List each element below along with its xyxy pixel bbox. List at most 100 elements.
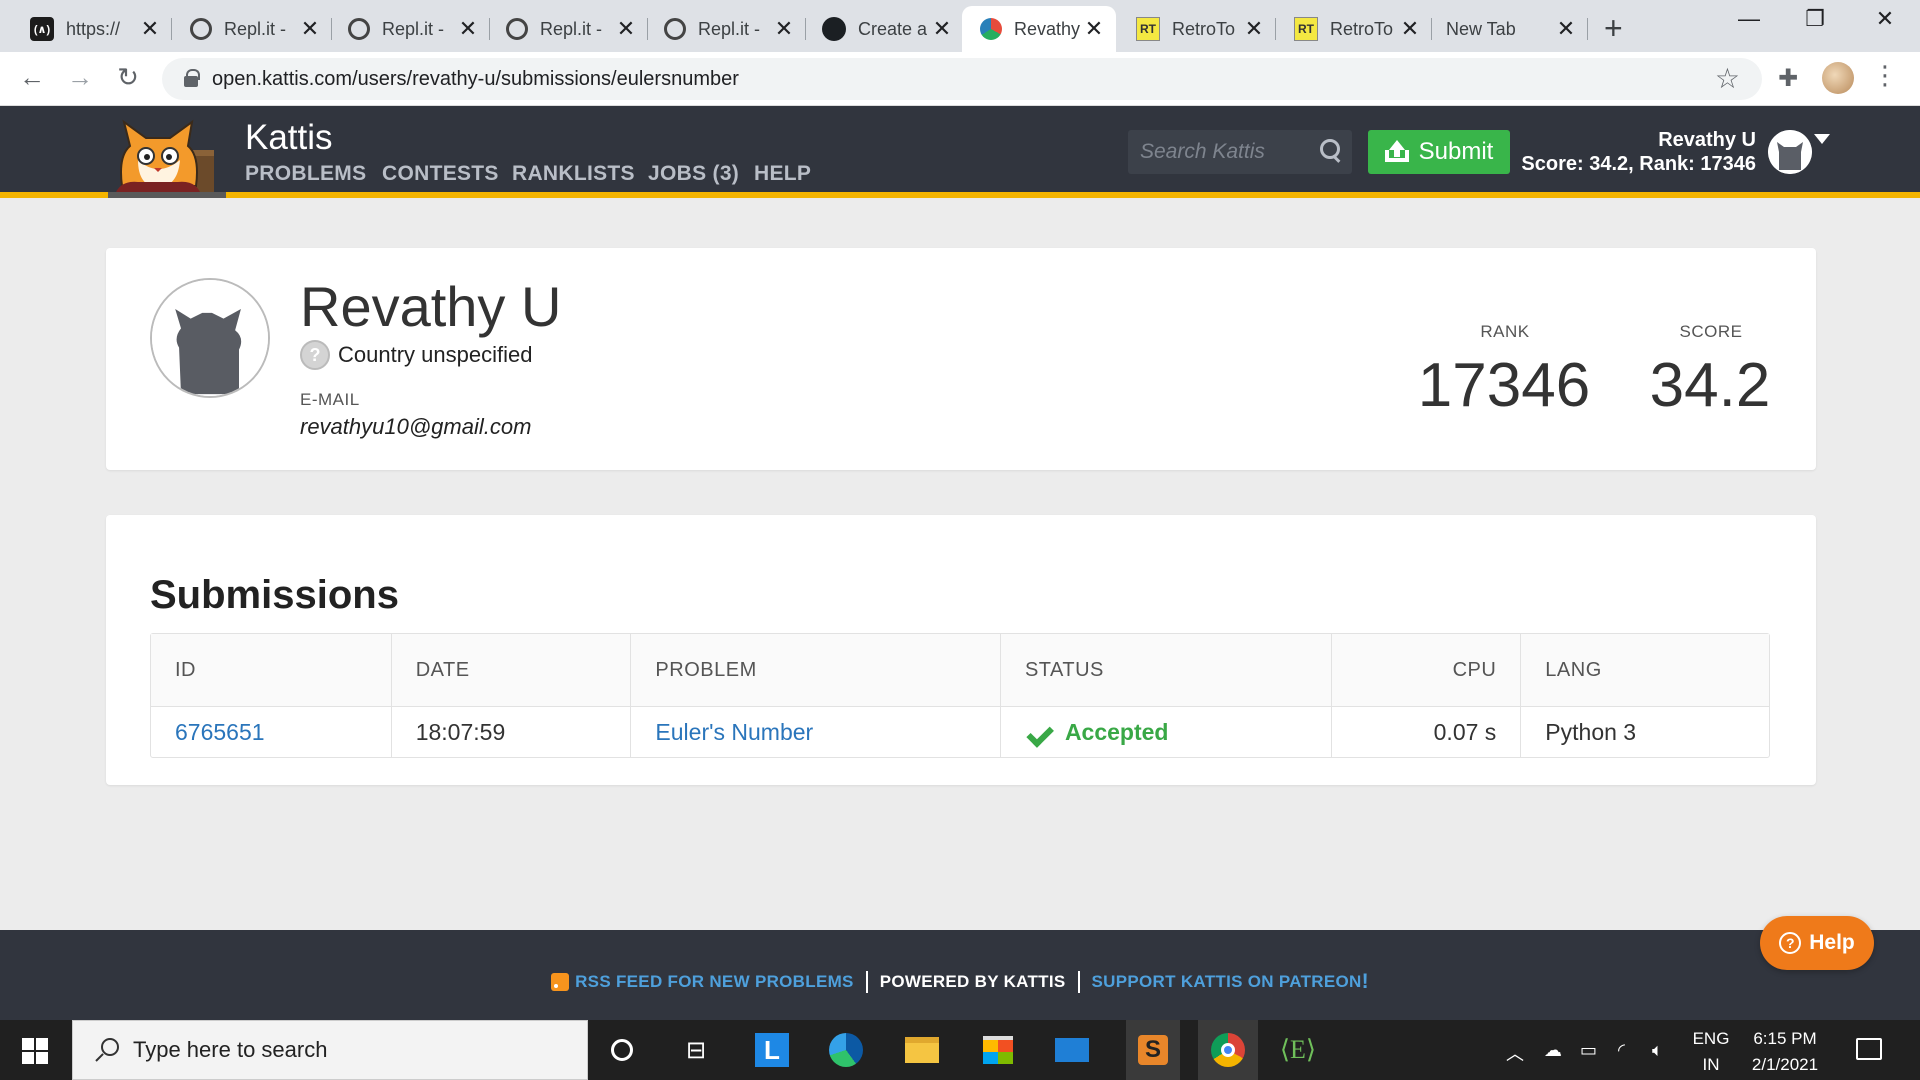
input-language[interactable]: ENG IN [1686, 1026, 1736, 1078]
kattis-brand[interactable]: Kattis [245, 118, 333, 158]
nav-jobs[interactable]: JOBS (3) [648, 162, 739, 186]
store-icon[interactable] [978, 1030, 1018, 1070]
browser-tab-active[interactable]: Revathy ✕ [962, 6, 1116, 52]
footer-separator [1077, 971, 1080, 993]
rss-feed-link[interactable]: RSS FEED FOR NEW PROBLEMS [575, 972, 854, 991]
nav-ranklists[interactable]: RANKLISTS [512, 162, 635, 186]
submission-date: 18:07:59 [392, 707, 632, 757]
help-button[interactable]: ? Help [1760, 916, 1874, 970]
back-arrow-icon[interactable]: ← [16, 62, 48, 93]
close-tab-icon[interactable]: ✕ [1244, 16, 1264, 42]
user-name: Revathy U [1658, 129, 1756, 151]
close-tab-icon[interactable]: ✕ [140, 16, 160, 42]
file-explorer-icon[interactable] [902, 1030, 942, 1070]
sublime-text-icon[interactable]: S [1126, 1020, 1180, 1080]
reload-icon[interactable]: ↻ [112, 62, 144, 93]
help-question-icon: ? [1779, 932, 1802, 954]
user-avatar[interactable] [1768, 130, 1812, 174]
email-label: E-MAIL [300, 390, 360, 409]
browser-tab[interactable]: RT RetroTo ✕ [1276, 6, 1432, 52]
taskbar-clock[interactable]: 6:15 PM 2/1/2021 [1740, 1026, 1830, 1078]
editor-e-icon[interactable]: ⟨E⟩ [1278, 1030, 1318, 1070]
search-icon[interactable] [1320, 139, 1342, 161]
close-tab-icon[interactable]: ✕ [932, 16, 952, 42]
github-icon [822, 17, 846, 41]
windows-start-icon[interactable] [22, 1038, 48, 1064]
retrotool-icon: RT [1294, 17, 1318, 41]
extensions-puzzle-icon[interactable]: ✚ [1778, 64, 1798, 93]
kattis-header: Kattis PROBLEMS CONTESTS RANKLISTS JOBS … [0, 106, 1920, 198]
edge-browser-icon[interactable] [826, 1030, 866, 1070]
profile-country-text: Country unspecified [338, 342, 533, 367]
tab-title: https:// [66, 18, 121, 39]
app-l-icon[interactable]: L [752, 1030, 792, 1070]
close-tab-icon[interactable]: ✕ [774, 16, 794, 42]
tab-title: RetroTo [1172, 18, 1236, 39]
cortana-circle-icon[interactable] [602, 1030, 642, 1070]
browser-profile-avatar[interactable] [1822, 62, 1854, 94]
submit-label: Submit [1418, 138, 1494, 165]
replit-icon [190, 18, 212, 40]
address-url[interactable]: open.kattis.com/users/revathy-u/submissi… [212, 68, 739, 91]
wifi-icon[interactable]: ◜ [1618, 1040, 1625, 1061]
language-region: IN [1702, 1055, 1720, 1074]
browser-tab[interactable]: Create a ✕ [804, 6, 964, 52]
address-bar[interactable]: open.kattis.com/users/revathy-u/submissi… [162, 58, 1762, 100]
task-view-icon[interactable]: ⊟ [676, 1030, 716, 1070]
col-status: STATUS [1001, 634, 1332, 706]
problem-link[interactable]: Euler's Number [655, 719, 813, 746]
tab-title: Repl.it - [540, 18, 603, 39]
submit-button[interactable]: Submit [1368, 130, 1510, 174]
mail-icon[interactable] [1052, 1030, 1092, 1070]
window-close-icon[interactable]: ✕ [1870, 6, 1900, 32]
onedrive-cloud-icon[interactable]: ☁ [1544, 1040, 1562, 1061]
language-code: ENG [1692, 1029, 1730, 1048]
browser-tab[interactable]: New Tab ✕ [1432, 6, 1588, 52]
close-tab-icon[interactable]: ✕ [616, 16, 636, 42]
bookmark-star-icon[interactable]: ☆ [1715, 62, 1740, 95]
help-label: Help [1809, 931, 1855, 954]
notification-center-icon[interactable] [1856, 1038, 1882, 1060]
tab-title: Repl.it - [698, 18, 761, 39]
browser-menu-kebab-icon[interactable]: ⋮ [1872, 60, 1898, 91]
kattis-search-input[interactable] [1128, 130, 1308, 174]
browser-tab[interactable]: Repl.it - ✕ [172, 6, 332, 52]
submission-id-link[interactable]: 6765651 [175, 719, 265, 746]
restore-icon[interactable]: ❐ [1800, 6, 1830, 32]
rss-icon [551, 973, 570, 991]
browser-tab[interactable]: Repl.it - ✕ [488, 6, 648, 52]
user-menu-caret-icon[interactable] [1814, 134, 1830, 144]
kattis-cat-logo-icon[interactable] [108, 116, 226, 198]
browser-tab[interactable]: RT RetroTo ✕ [1118, 6, 1276, 52]
tab-title: New Tab [1446, 18, 1516, 39]
close-tab-icon[interactable]: ✕ [300, 16, 320, 42]
tray-chevron-up-icon[interactable]: ︿ [1506, 1040, 1524, 1066]
browser-tab-strip: (∧) https:// ✕ Repl.it - ✕ Repl.it - ✕ R… [0, 0, 1920, 52]
browser-tab[interactable]: Repl.it - ✕ [646, 6, 806, 52]
score-value: 34.2 [1649, 351, 1771, 420]
nav-problems[interactable]: PROBLEMS [245, 162, 366, 186]
browser-tab[interactable]: (∧) https:// ✕ [12, 6, 172, 52]
close-tab-icon[interactable]: ✕ [1556, 16, 1576, 42]
kattis-footer: RSS FEED FOR NEW PROBLEMS POWERED BY KATT… [0, 930, 1920, 1020]
forward-arrow-icon[interactable]: → [64, 62, 96, 93]
tab-title: RetroTo [1330, 18, 1394, 39]
nav-contests[interactable]: CONTESTS [382, 162, 499, 186]
taskbar-search-input[interactable] [133, 1021, 573, 1079]
user-summary[interactable]: Revathy U Score: 34.2, Rank: 17346 [1521, 128, 1756, 176]
tab-title: Repl.it - [224, 18, 287, 39]
close-tab-icon[interactable]: ✕ [1084, 16, 1104, 42]
browser-tab[interactable]: Repl.it - ✕ [330, 6, 490, 52]
close-tab-icon[interactable]: ✕ [1400, 16, 1420, 42]
minimize-icon[interactable]: — [1734, 6, 1764, 32]
nav-help[interactable]: HELP [754, 162, 811, 186]
battery-icon[interactable]: ▭ [1580, 1040, 1597, 1061]
patreon-link[interactable]: SUPPORT KATTIS ON PATREON [1092, 972, 1362, 991]
submission-problem-cell: Euler's Number [631, 707, 1001, 757]
new-tab-plus-icon[interactable]: + [1604, 10, 1623, 47]
tab-title: Revathy [1014, 18, 1081, 39]
volume-icon[interactable]: 🔈︎ [1652, 1040, 1663, 1061]
close-tab-icon[interactable]: ✕ [458, 16, 478, 42]
chrome-icon[interactable] [1198, 1020, 1258, 1080]
col-problem: PROBLEM [631, 634, 1001, 706]
